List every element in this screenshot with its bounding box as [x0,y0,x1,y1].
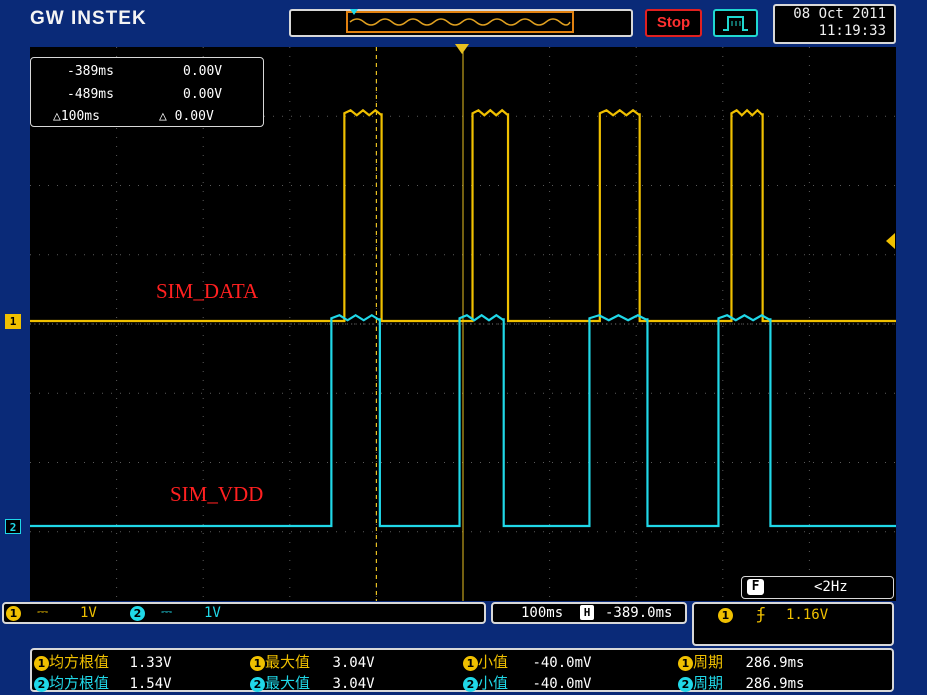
frequency-counter: F <2Hz [741,576,894,599]
dc-coupling-icon: ⎓ [37,604,49,620]
trigger-source-badge: 1 [718,607,733,623]
ch1-badge[interactable]: 1 [6,605,21,621]
date-time-display: 08 Oct 2011 11:19:33 [773,4,896,44]
memory-view-window[interactable] [346,11,574,33]
cursor2-value: 0.00V [183,87,223,102]
dc-coupling-icon: ⎓ [161,604,173,620]
brand-logo: GW INSTEK [30,8,147,29]
frequency-icon: F [747,579,764,595]
measure-min-ch2: 2 小值 -40.0mV [463,672,591,693]
ch1-volts-div[interactable]: 1V [80,605,97,621]
waveform-display[interactable] [30,47,896,601]
ch2-volts-div: 1V [204,605,221,621]
time-div[interactable]: 100ms [521,605,563,621]
measurement-panel: 1 均方根值 1.33V 2 均方根值 1.54V 1 最大值 3.04V 2 最大值 … [30,648,894,692]
waveform-plot [30,47,896,601]
horizontal-position-icon: H [580,605,594,620]
rising-edge-icon: ʄ [756,604,766,623]
trigger-bar[interactable]: 1 ʄ 1.16V [692,602,894,646]
cursor-delta-value: △ 0.00V [159,109,214,124]
channel-status-bar[interactable]: 1 ⎓ 1V 2 ⎓ 1V [2,602,486,624]
measure-period-ch1: 1 周期 286.9ms [678,651,804,672]
cursor2-time: -489ms [67,87,114,102]
frequency-value: <2Hz [814,579,848,595]
ch1-ground-marker[interactable]: 1 [5,314,21,329]
cursor1-time: -389ms [67,64,114,79]
measure-min-ch1: 1 小值 -40.0mV [463,651,591,672]
ch2-ground-marker[interactable]: 2 [5,519,21,534]
memory-position-marker [350,9,358,15]
trigger-level-marker [886,233,895,249]
time-text: 11:19:33 [818,23,886,39]
date-text: 08 Oct 2011 [793,6,886,22]
cursor-delta-time: △100ms [53,109,100,124]
measure-max-ch1: 1 最大值 3.04V [250,651,375,672]
measure-max-ch2: 2 最大值 3.04V [250,672,375,693]
pulse-icon [723,16,748,31]
timebase-bar[interactable]: 100ms H -389.0ms [491,602,687,624]
run-stop-button[interactable]: Stop [645,9,702,37]
measure-period-ch2: 2 周期 286.9ms [678,672,804,693]
cursor-readout: -389ms 0.00V -489ms 0.00V △100ms △ 0.00V [30,57,264,127]
horizontal-position-value[interactable]: -389.0ms [605,605,672,621]
measure-rms-ch2: 2 均方根值 1.54V [34,672,172,693]
cursor1-value: 0.00V [183,64,223,79]
sim-data-label: SIM_DATA [156,279,259,303]
trigger-level[interactable]: 1.16V [786,607,828,623]
ch2-badge[interactable]: 2 [130,605,145,621]
measure-rms-ch1: 1 均方根值 1.33V [34,651,172,672]
horizontal-position-marker [455,44,469,54]
trigger-mode-button[interactable] [713,9,758,37]
sim-vdd-label: SIM_VDD [170,482,264,506]
memory-wave-icon [349,18,571,26]
